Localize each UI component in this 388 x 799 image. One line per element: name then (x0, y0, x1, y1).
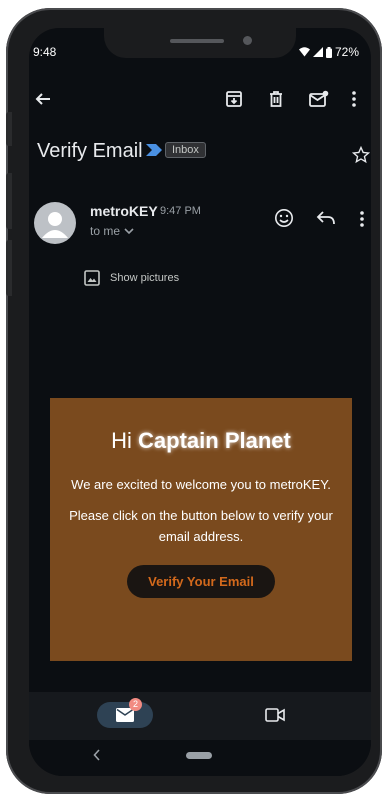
welcome-text: We are excited to welcome you to metroKE… (71, 477, 331, 492)
front-camera (243, 36, 252, 45)
system-navigation-bar (29, 740, 371, 776)
side-button (6, 173, 12, 229)
recipient-name: Captain Planet (138, 428, 291, 453)
trash-icon[interactable] (267, 90, 285, 108)
greeting-word: Hi (111, 428, 132, 453)
important-marker-icon[interactable] (146, 144, 162, 156)
speaker (170, 39, 224, 43)
home-pill[interactable] (186, 752, 212, 759)
email-time: 9:47 PM (160, 205, 201, 217)
recipient-label: to me (90, 224, 121, 238)
phone-screen: 9:48 72% Verify Email Inbox metroKEY 9:4… (29, 28, 371, 776)
image-icon (84, 270, 100, 286)
reply-icon[interactable] (316, 210, 336, 226)
mark-unread-icon[interactable] (309, 90, 329, 108)
archive-icon[interactable] (225, 90, 243, 108)
nav-back-icon[interactable] (93, 749, 101, 761)
wifi-icon (298, 47, 310, 57)
mail-tab[interactable]: 2 (97, 698, 153, 728)
side-button (6, 240, 12, 296)
recipient-toggle[interactable]: to me (90, 224, 134, 238)
greeting: Hi Captain Planet (50, 428, 352, 454)
message-more-icon[interactable] (359, 210, 365, 228)
chevron-down-icon (124, 227, 134, 235)
instruction-text: Please click on the button below to veri… (69, 508, 333, 544)
battery-icon (325, 46, 332, 58)
star-icon[interactable] (352, 146, 370, 164)
status-time: 9:48 (33, 45, 57, 59)
sender-avatar[interactable] (34, 202, 76, 244)
email-body-card: Hi Captain Planet We are excited to welc… (50, 398, 352, 661)
verify-email-button[interactable]: Verify Your Email (127, 565, 275, 598)
battery-percent: 72% (334, 45, 359, 59)
signal-icon (312, 47, 323, 57)
more-vert-icon[interactable] (351, 90, 357, 108)
side-button (6, 112, 12, 146)
email-subject: Verify Email (37, 140, 143, 162)
bottom-navigation: 2 (29, 692, 371, 740)
emoji-reaction-icon[interactable] (274, 208, 294, 228)
show-pictures-label: Show pictures (110, 272, 180, 284)
inbox-label-chip[interactable]: Inbox (165, 142, 206, 158)
meet-video-icon[interactable] (265, 708, 285, 722)
notch (104, 28, 296, 58)
arrow-back-icon[interactable] (34, 90, 52, 108)
show-pictures-button[interactable]: Show pictures (84, 270, 179, 286)
mail-badge: 2 (129, 698, 142, 711)
status-icons: 72% (298, 45, 359, 59)
sender-name[interactable]: metroKEY (90, 203, 158, 219)
